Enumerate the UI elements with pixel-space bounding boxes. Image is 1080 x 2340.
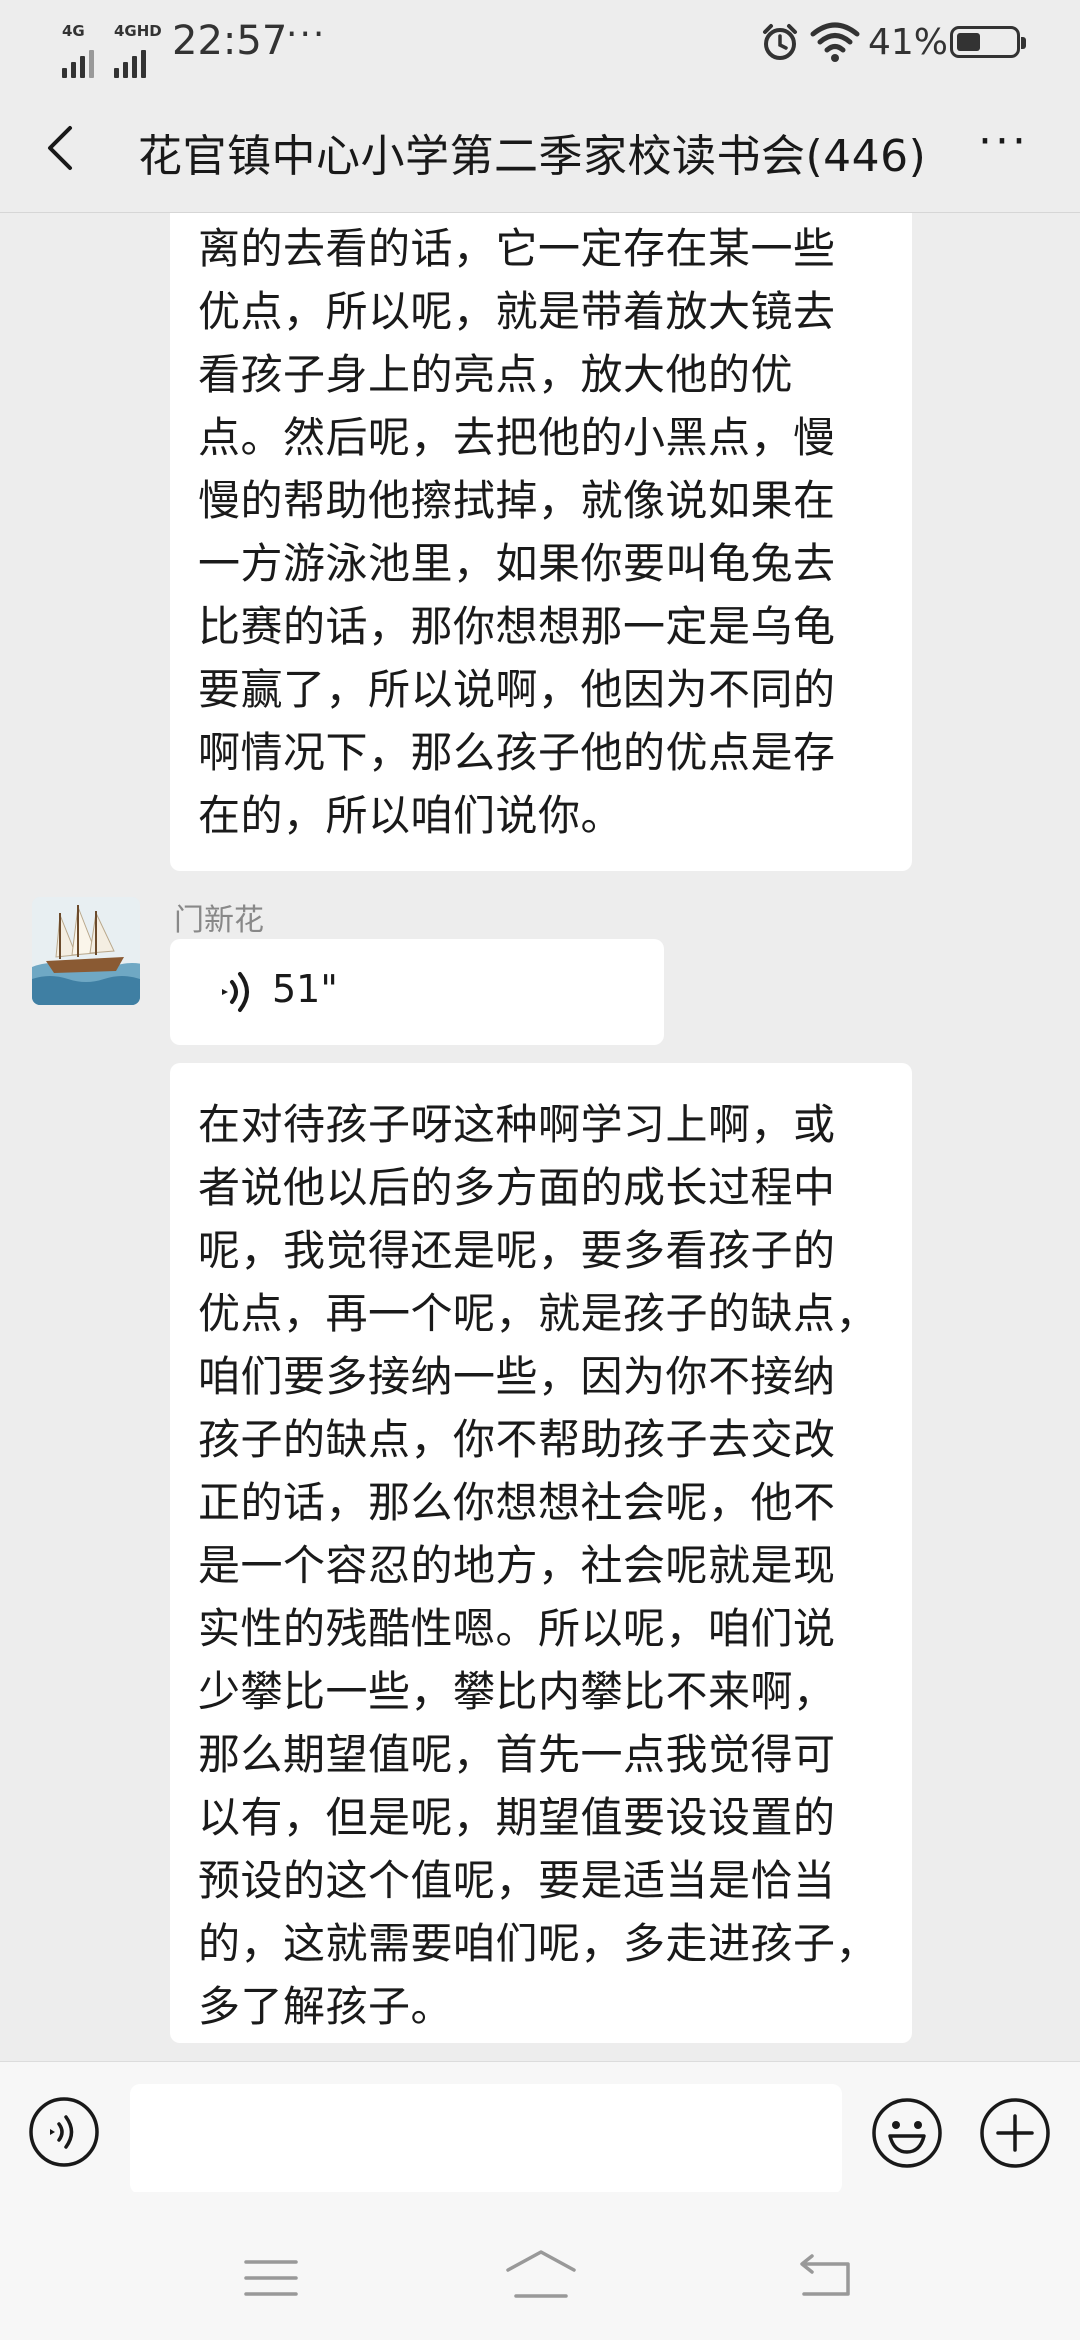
message-text-line: 的，这就需要咱们呢，多走进孩子， [198,1919,879,1968]
avatar[interactable] [32,897,140,1005]
battery-percent: 41% [868,22,949,63]
more-options-icon[interactable]: ··· [978,120,1042,172]
sender-name: 门新花 [174,903,264,938]
voice-duration: 51" [272,967,338,1011]
message-text-line: 者说他以后的多方面的成长过程中 [198,1163,836,1212]
message-text-line: 少攀比一些，攀比内攀比不来啊， [198,1667,836,1716]
emoji-icon[interactable] [870,2096,944,2170]
input-bar [0,2061,1080,2194]
message-list[interactable]: 离的去看的话，它一定存在某一些 优点，所以呢，就是带着放大镜去 看孩子身上的亮点，放… [0,213,1080,2061]
voice-message[interactable]: 51" [170,939,664,1045]
voice-wave-icon [222,972,249,1012]
message-text-line: 在对待孩子呀这种啊学习上啊，或 [198,1100,836,1149]
message-text-line: 孩子的缺点，你不帮助孩子去交改 [198,1415,836,1464]
wifi-icon [810,22,860,62]
message-text-line: 咱们要多接纳一些，因为你不接纳 [198,1352,836,1401]
message-text-line: 点。然后呢，去把他的小黑点，慢 [198,413,836,462]
message-input[interactable] [130,2084,842,2194]
message-text-line: 优点，所以呢，就是带着放大镜去 [198,287,836,336]
message-text-line: 要赢了，所以说啊，他因为不同的 [198,665,836,714]
alarm-icon [763,24,797,60]
back-icon[interactable] [798,2252,854,2298]
message-text-line: 离的去看的话，它一定存在某一些 [198,224,836,273]
menu-icon[interactable] [244,2258,298,2298]
status-bar: 4G 4GHD 22:57 ··· 41% [0,0,1080,84]
message-bubble[interactable]: 在对待孩子呀这种啊学习上啊，或 者说他以后的多方面的成长过程中 呢，我觉得还是呢，要… [170,1063,912,2043]
message-text-line: 以有，但是呢，期望值要设设置的 [198,1793,836,1842]
status-overflow: ··· [286,14,327,55]
sailing-ship-avatar-icon [32,897,140,1005]
plus-icon[interactable] [978,2096,1052,2170]
chat-title: 花官镇中心小学第二季家校读书会(446) [138,131,927,182]
message-text-line: 预设的这个值呢，要是适当是恰当 [198,1856,836,1905]
chat-header: 花官镇中心小学第二季家校读书会(446) ··· [0,84,1080,213]
message-text-line: 优点，再一个呢，就是孩子的缺点， [198,1289,879,1338]
message-text-line: 一方游泳池里，如果你要叫龟兔去 [198,539,836,588]
message-text-line: 啊情况下，那么孩子他的优点是存 [198,728,836,777]
system-nav-bar [0,2192,1080,2340]
message-text-line: 正的话，那么你想想社会呢，他不 [198,1478,836,1527]
message-bubble[interactable]: 离的去看的话，它一定存在某一些 优点，所以呢，就是带着放大镜去 看孩子身上的亮点，放… [170,213,912,871]
message-text-line: 多了解孩子。 [198,1982,454,2031]
message-text-line: 比赛的话，那你想想那一定是乌龟 [198,602,836,651]
message-text-line: 看孩子身上的亮点，放大他的优 [198,350,794,399]
chevron-left-icon[interactable] [36,120,92,176]
status-time: 22:57 [172,18,288,64]
message-text-line: 那么期望值呢，首先一点我觉得可 [198,1730,836,1779]
message-text-line: 慢的帮助他擦拭掉，就像说如果在 [198,476,836,525]
signal-label-2: 4GHD [114,22,162,40]
message-text-line: 在的，所以咱们说你。 [198,791,624,840]
message-text-line: 是一个容忍的地方，社会呢就是现 [198,1541,836,1590]
voice-input-icon[interactable] [28,2096,100,2168]
message-text-line: 实性的残酷性嗯。所以呢，咱们说 [198,1604,836,1653]
home-icon[interactable] [504,2248,578,2300]
signal-label: 4G [62,22,85,40]
message-text-line: 呢，我觉得还是呢，要多看孩子的 [198,1226,836,1275]
battery-icon [950,26,1026,58]
